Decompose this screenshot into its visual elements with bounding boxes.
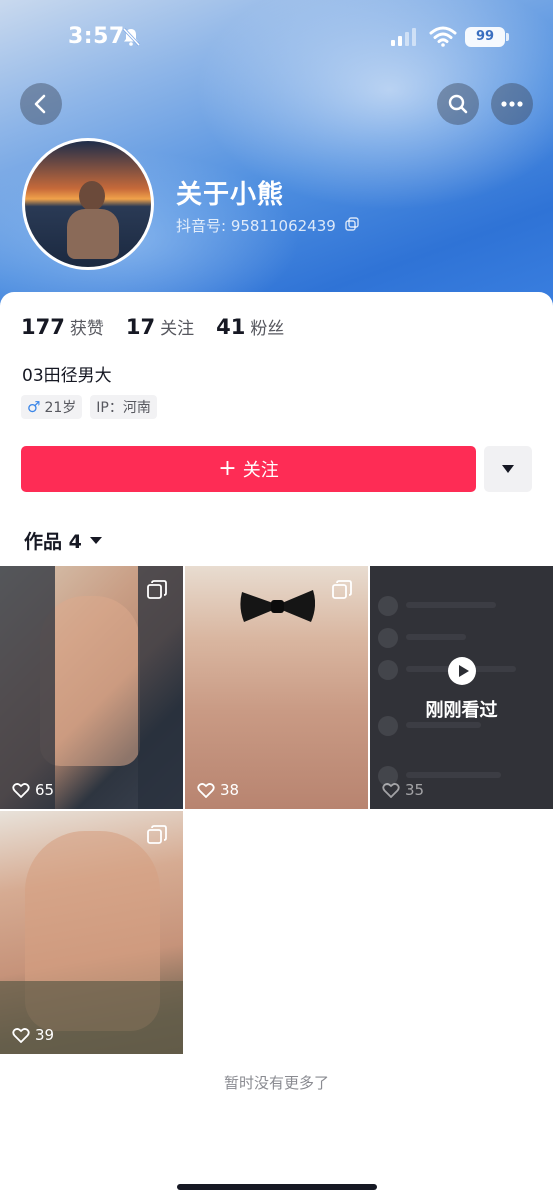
caret-down-icon [89, 537, 102, 544]
more-dots-icon [501, 101, 523, 107]
tag-age-text: 21岁 [44, 400, 77, 416]
heart-icon [197, 783, 215, 798]
wifi-icon [429, 26, 457, 47]
follow-button[interactable]: + 关注 [21, 446, 476, 492]
work-tile[interactable]: 39 [0, 811, 183, 1054]
work-tile[interactable]: 65 [0, 566, 183, 809]
more-button[interactable] [491, 83, 533, 125]
home-indicator[interactable] [177, 1184, 377, 1190]
like-count-value: 38 [220, 781, 240, 799]
stat-likes-label: 获赞 [69, 319, 104, 339]
chevron-left-icon [34, 94, 46, 114]
like-count-value: 39 [35, 1026, 55, 1044]
avatar[interactable] [22, 138, 154, 270]
like-count: 39 [12, 1026, 54, 1044]
douyin-id: 抖音号: 95811062439 [176, 217, 336, 235]
stat-likes[interactable]: 177 获赞 [21, 314, 104, 339]
like-count: 38 [197, 781, 239, 799]
status-bar: 3:57 99 [0, 0, 553, 72]
no-more-text: 暂时没有更多了 [223, 1074, 329, 1092]
heart-icon [12, 1028, 30, 1043]
stat-followers-value: 41 [216, 315, 246, 339]
tab-works[interactable]: 作品 4 [24, 527, 102, 554]
stat-followers-label: 粉丝 [250, 319, 285, 339]
like-count-value: 65 [35, 781, 55, 799]
profile-tags: ♂ 21岁 IP：河南 [21, 395, 165, 419]
stat-following-label: 关注 [160, 319, 195, 339]
male-icon: ♂ [27, 398, 41, 416]
stat-likes-value: 177 [21, 315, 65, 339]
signal-icon [391, 28, 416, 46]
stat-following-value: 17 [125, 315, 156, 339]
stat-following[interactable]: 17 关注 [126, 314, 194, 339]
plus-icon: + [218, 456, 237, 481]
bell-off-icon [122, 27, 141, 47]
battery-indicator: 99 [465, 27, 509, 47]
work-tile-watched[interactable]: 刚刚看过 35 [370, 566, 553, 809]
work-tile[interactable]: 38 [185, 566, 368, 809]
tag-ip-location: IP：河南 [90, 395, 157, 419]
copy-icon[interactable] [345, 217, 359, 231]
avatar-photo-subject [67, 181, 119, 267]
tab-works-label: 作品 4 [24, 531, 82, 553]
like-count: 65 [12, 781, 54, 799]
multi-image-icon [332, 580, 352, 599]
recommend-dropdown-button[interactable] [484, 446, 532, 492]
nickname: 关于小熊 [176, 180, 285, 210]
heart-icon [382, 783, 400, 798]
like-count: 35 [382, 781, 424, 799]
search-button[interactable] [437, 83, 479, 125]
tag-gender-age: ♂ 21岁 [21, 395, 83, 419]
search-icon [448, 94, 468, 114]
tag-ip-text: IP：河南 [96, 400, 151, 416]
profile-stats: 177 获赞 17 关注 41 粉丝 [21, 314, 306, 339]
caret-down-icon [502, 465, 514, 473]
multi-image-icon [147, 580, 167, 599]
back-button[interactable] [20, 83, 62, 125]
play-icon [448, 657, 476, 685]
bio: 03田径男大 [22, 366, 112, 386]
follow-button-label: 关注 [242, 460, 279, 481]
recently-watched-label: 刚刚看过 [425, 700, 498, 721]
stat-followers[interactable]: 41 粉丝 [216, 314, 284, 339]
multi-image-icon [147, 825, 167, 844]
bowtie-graphic [240, 590, 315, 622]
like-count-value: 35 [405, 781, 425, 799]
heart-icon [12, 783, 30, 798]
status-time: 3:57 [68, 24, 125, 49]
